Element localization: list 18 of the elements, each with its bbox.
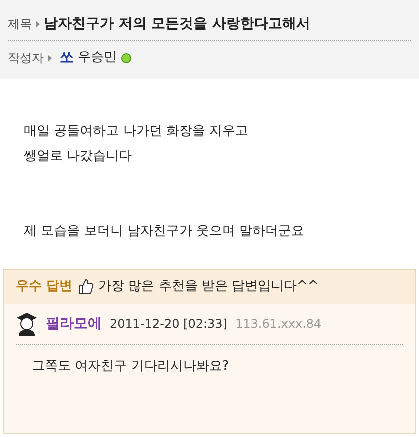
- answerer-name[interactable]: 필라모에: [46, 314, 102, 334]
- answer-ip: 113.61.xxx.84: [236, 316, 322, 333]
- body-text: 제 모습을 보더니 남자친구가 웃으며 말하더군요: [24, 223, 306, 241]
- arrow-icon: [48, 54, 52, 62]
- answer-date: 2011-12-20 [02:33]: [110, 316, 228, 333]
- answer-text: 그쪽도 여자친구 기다리시나봐요?: [31, 358, 230, 376]
- author-label: 작성자: [8, 50, 44, 67]
- arrow-icon: [36, 20, 40, 28]
- thumbs-up-icon: [76, 278, 95, 296]
- level-mark-text: 쏘: [60, 48, 74, 68]
- best-answer-label: 우수 답변: [16, 278, 73, 296]
- title-label: 제목: [8, 16, 32, 33]
- body-text: 쌩얼로 나갔습니다: [24, 148, 134, 166]
- answer-note: 가장 많은 추천을 받은 답변입니다^^: [98, 278, 319, 296]
- body-text: 매일 공들여하고 나가던 화장을 지우고: [24, 123, 250, 141]
- author-name[interactable]: 우승민: [78, 48, 117, 68]
- post-title: 남자친구가 저의 모든것을 사랑한다고해서: [44, 14, 311, 34]
- avatar-icon: [16, 312, 38, 336]
